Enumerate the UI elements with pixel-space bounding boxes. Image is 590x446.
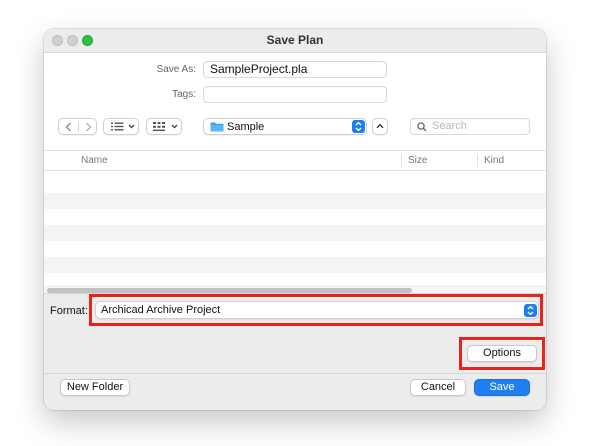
grid-icon — [153, 122, 165, 131]
search-icon — [417, 122, 427, 132]
format-label: Format: — [50, 305, 88, 317]
column-header-size[interactable]: Size — [408, 155, 427, 166]
navigation-segmented-control — [58, 118, 97, 135]
title-bar: Save Plan — [44, 29, 546, 53]
format-popup[interactable]: Archicad Archive Project — [95, 301, 539, 319]
save-as-label: Save As: — [156, 64, 196, 75]
popup-stepper-icon — [524, 303, 537, 317]
column-header-name[interactable]: Name — [81, 155, 108, 166]
chevron-right-icon — [85, 122, 91, 131]
list-item — [44, 209, 546, 225]
save-plan-dialog: Save Plan Save As: SampleProject.pla Tag… — [44, 29, 546, 410]
list-icon — [111, 122, 124, 131]
chevron-up-icon — [376, 123, 384, 129]
grid-view-button[interactable] — [146, 118, 182, 135]
list-view-button[interactable] — [103, 118, 139, 135]
footer-divider — [44, 373, 546, 374]
options-button[interactable]: Options — [467, 345, 537, 362]
list-item — [44, 193, 546, 209]
format-value: Archicad Archive Project — [101, 304, 221, 316]
popup-stepper-icon — [352, 120, 365, 133]
list-item — [44, 257, 546, 273]
tags-label: Tags: — [172, 89, 196, 100]
file-list-header: Name Size Kind — [44, 150, 546, 171]
location-popup[interactable]: Sample — [203, 118, 367, 135]
list-item — [44, 177, 546, 193]
save-button[interactable]: Save — [474, 379, 530, 396]
accessory-panel: Format: Archicad Archive Project Options… — [44, 293, 546, 410]
list-item — [44, 241, 546, 257]
window-title: Save Plan — [266, 33, 324, 47]
chevron-down-icon — [128, 124, 135, 129]
new-folder-button[interactable]: New Folder — [60, 379, 130, 396]
cancel-button[interactable]: Cancel — [410, 379, 466, 396]
chevron-down-icon — [171, 124, 178, 129]
column-header-kind[interactable]: Kind — [484, 155, 504, 166]
back-button[interactable] — [59, 119, 78, 134]
chevron-left-icon — [65, 122, 71, 131]
tags-field[interactable] — [203, 86, 387, 103]
list-item — [44, 225, 546, 241]
location-label: Sample — [227, 121, 265, 133]
forward-button[interactable] — [79, 119, 97, 134]
save-as-field[interactable]: SampleProject.pla — [203, 61, 387, 78]
folder-icon — [210, 122, 224, 132]
search-field[interactable]: Search — [410, 118, 530, 135]
collapse-button[interactable] — [372, 118, 388, 135]
search-placeholder: Search — [432, 120, 467, 132]
